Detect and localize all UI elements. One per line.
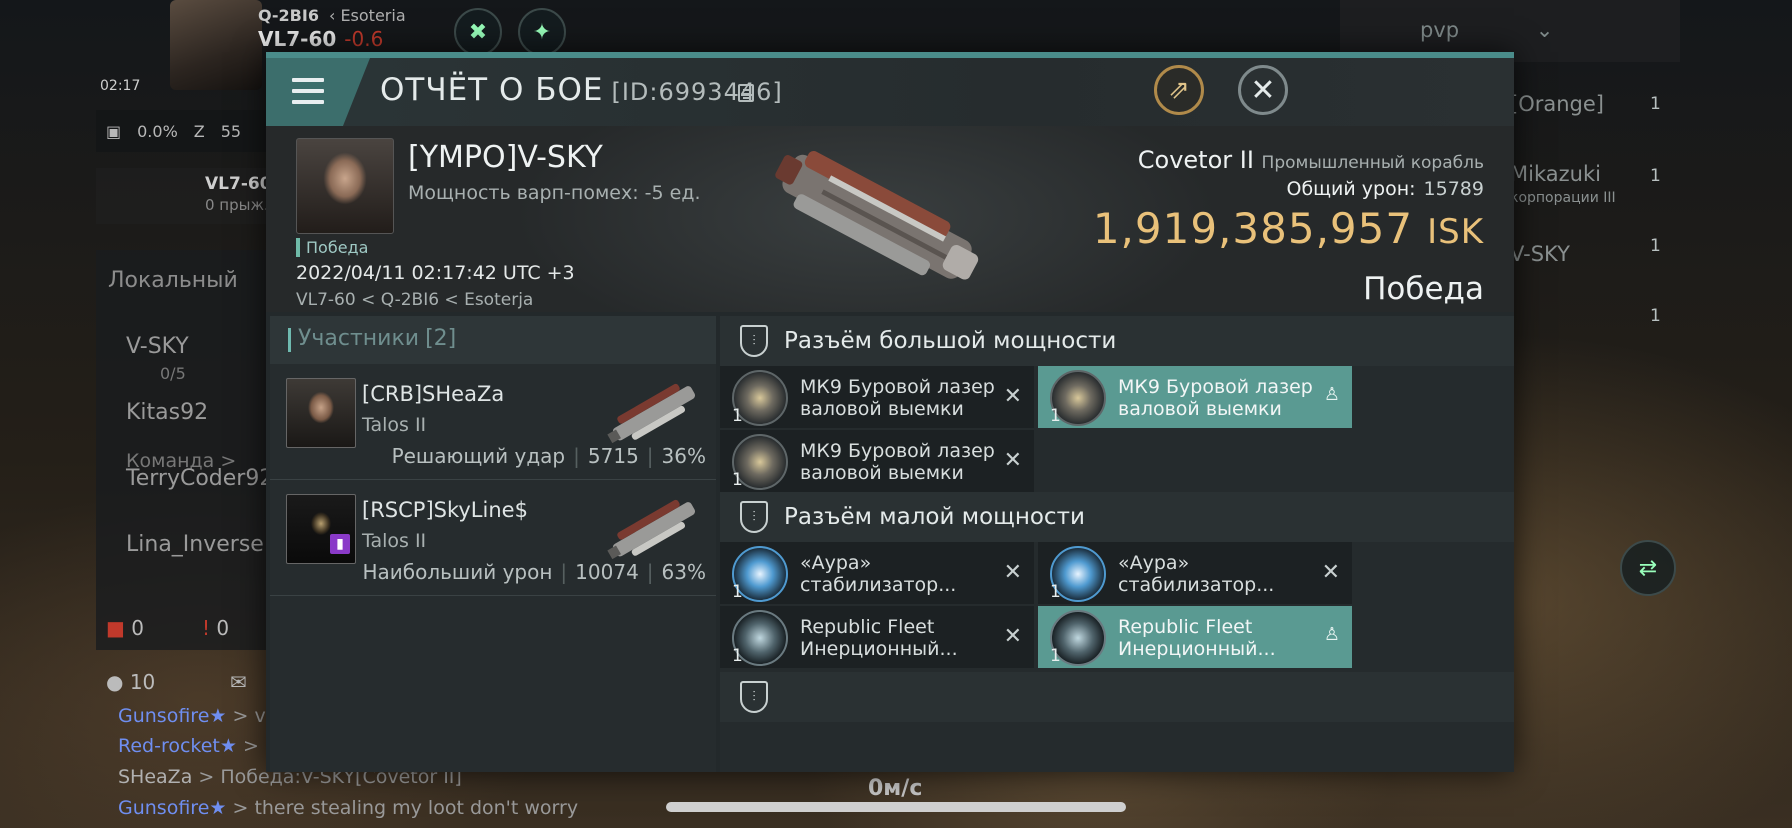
module-item[interactable]: 1 «Аура» стабилизатор... ✕ xyxy=(1038,542,1352,604)
destroyed-icon: ✕ xyxy=(1003,624,1022,649)
dialog-header: ОТЧЁТ О БОЕ [ID:6993446] ⇗ ✕ xyxy=(266,58,1514,126)
menu-button[interactable] xyxy=(266,58,370,126)
participant-stats: Решающий удар | 5715 | 36% xyxy=(391,444,706,468)
location-system: VL7-60 -0.6 xyxy=(258,27,384,51)
player-avatar[interactable] xyxy=(170,0,262,90)
member-item[interactable]: TerryCoder92 xyxy=(126,466,273,491)
tools-icon[interactable]: ✖ xyxy=(454,8,502,56)
close-button[interactable]: ✕ xyxy=(1238,65,1288,115)
chevron-down-icon: ⌄ xyxy=(1535,18,1554,42)
member-item[interactable]: V-SKY xyxy=(126,334,189,359)
channel-name[interactable]: Локальный xyxy=(108,268,238,293)
swap-icon[interactable]: ⇄ xyxy=(1620,540,1676,596)
participants-header: Участники [2] xyxy=(270,316,716,364)
overview-badge: 1 xyxy=(1650,306,1661,326)
participant-stats: Наибольший урон | 10074 | 63% xyxy=(362,560,706,584)
overview-row[interactable]: Mikazuki xyxy=(1510,162,1601,186)
member-item[interactable]: Kitas92 xyxy=(126,400,208,425)
member-item[interactable]: Lina_Inverse xyxy=(126,532,264,557)
alliance-icon[interactable]: ✦ xyxy=(518,8,566,56)
dialog-title: ОТЧЁТ О БОЕ [ID:6993446] xyxy=(380,72,783,108)
overview-row[interactable]: [Orange] xyxy=(1510,92,1604,116)
cargo-icon: ▣ xyxy=(106,121,122,141)
outcome-label: Победа xyxy=(1363,271,1484,307)
victim-section: Победа [YMPO]V-SKY Мощность варп-помех: … xyxy=(266,126,1514,312)
result-tag: Победа xyxy=(296,238,368,257)
person-icon: ● xyxy=(106,670,124,694)
filter-select[interactable]: pvp ⌄ xyxy=(1420,18,1553,42)
module-item[interactable]: 1 МК9 Буровой лазер валовой выемки ✕ xyxy=(720,366,1034,428)
module-item[interactable]: 1 МК9 Буровой лазер валовой выемки ♙ xyxy=(1038,366,1352,428)
victim-name[interactable]: [YMPO]V-SKY xyxy=(408,140,603,175)
home-indicator[interactable] xyxy=(666,802,1126,812)
fitting-panel: ⫶ Разъём большой мощности 1 МК9 Буровой … xyxy=(720,316,1514,772)
overview-row[interactable]: V-SKY xyxy=(1510,242,1570,266)
battle-report-dialog: ОТЧЁТ О БОЕ [ID:6993446] ⇗ ✕ Победа [YMPO… xyxy=(266,52,1514,772)
nav-jumps: 0 прыж. xyxy=(205,196,269,214)
dropped-icon: ♙ xyxy=(1323,624,1340,645)
participant-row[interactable]: [CRB]SHeaZa Talos II Решающий удар | 5715 |… xyxy=(270,364,716,480)
victim-summary: Covetor II Промышленный корабль Общий ур… xyxy=(1084,146,1484,307)
location-constellation: Q-2BI6 ‹ Esoteria xyxy=(258,6,406,25)
report-id: [ID:6993446] xyxy=(611,78,783,106)
participants-panel: Участники [2] [CRB]SHeaZa Talos II Решающ… xyxy=(270,316,716,772)
kill-date: 2022/04/11 02:17:42 UTC +3 xyxy=(296,262,575,284)
menu-icon xyxy=(292,78,324,111)
dropped-icon: ♙ xyxy=(1323,384,1340,405)
high-slot-icon: ⫶ xyxy=(740,325,768,357)
module-item[interactable]: 1 Republic Fleet Инерционный... ♙ xyxy=(1038,606,1352,668)
isk-value: 1,919,385,957 ISK xyxy=(1092,204,1484,253)
total-damage: Общий урон: 15789 xyxy=(1286,178,1484,200)
hostile-count: ■ 0 xyxy=(106,616,144,640)
destroyed-icon: ✕ xyxy=(1003,448,1022,473)
warp-strength: Мощность варп-помех: -5 ед. xyxy=(408,182,701,204)
next-slot-header: ⫶ xyxy=(720,672,1514,722)
ship-type: Covetor II Промышленный корабль xyxy=(1137,146,1484,174)
mail-icon[interactable]: ✉ xyxy=(230,670,247,694)
chat-line: Red-rocket★ > xyxy=(118,735,259,757)
victim-ship-image[interactable] xyxy=(756,150,1006,290)
destroyed-icon: ✕ xyxy=(1003,384,1022,409)
high-slot-header: ⫶ Разъём большой мощности xyxy=(720,316,1514,366)
corp-badge-icon: ▮ xyxy=(330,534,350,554)
z-icon: Z xyxy=(193,121,205,141)
copy-icon[interactable] xyxy=(738,84,754,102)
module-item[interactable]: 1 МК9 Буровой лазер валовой выемки ✕ xyxy=(720,430,1034,492)
participant-row[interactable]: ▮ [RSCP]SkyLine$ Talos II Наибольший уро… xyxy=(270,480,716,596)
module-item[interactable]: 1 «Аура» стабилизатор... ✕ xyxy=(720,542,1034,604)
participant-name: [CRB]SHeaZa xyxy=(362,382,505,406)
overview-badge: 1 xyxy=(1650,94,1661,114)
online-count: ● 10 xyxy=(106,670,156,694)
low-slot-icon: ⫶ xyxy=(740,501,768,533)
overview-badge: 1 xyxy=(1650,166,1661,186)
victim-portrait[interactable] xyxy=(296,138,394,234)
chat-line: Gunsofire★ > there stealing my loot don'… xyxy=(118,797,579,819)
module-item[interactable]: 1 Republic Fleet Инерционный... ✕ xyxy=(720,606,1034,668)
status-bar: ▣ 0.0% Z 55 xyxy=(96,110,276,152)
clock: 02:17 xyxy=(100,78,141,94)
close-icon: ✕ xyxy=(1250,72,1276,108)
slot-icon: ⫶ xyxy=(740,681,768,713)
participant-name: [RSCP]SkyLine$ xyxy=(362,498,528,522)
share-icon: ⇗ xyxy=(1168,75,1190,105)
overview-badge: 1 xyxy=(1650,236,1661,256)
participant-portrait xyxy=(286,378,356,448)
destroyed-icon: ✕ xyxy=(1003,560,1022,585)
overview-row-sub: корпорации III xyxy=(1510,190,1616,206)
share-button[interactable]: ⇗ xyxy=(1154,65,1204,115)
member-sub: 0/5 xyxy=(160,364,186,383)
warning-count: ! 0 xyxy=(202,616,230,640)
speed-readout: 0м/с xyxy=(868,776,923,801)
destroyed-icon: ✕ xyxy=(1321,560,1340,585)
chat-line: Gunsofire★ > vi xyxy=(118,705,271,727)
participant-ship: Talos II xyxy=(362,414,427,436)
low-slot-header: ⫶ Разъём малой мощности xyxy=(720,492,1514,542)
kill-location: VL7-60 < Q-2BI6 < Esoterja xyxy=(296,290,534,310)
nav-system: VL7-60 xyxy=(205,174,272,194)
participant-ship: Talos II xyxy=(362,530,427,552)
